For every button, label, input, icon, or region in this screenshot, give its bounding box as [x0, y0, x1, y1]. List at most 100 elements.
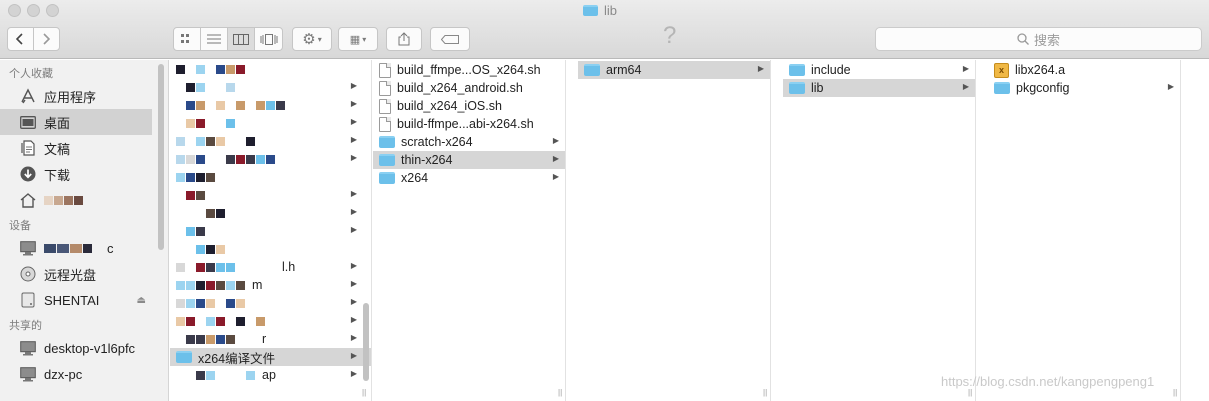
list-item[interactable]: pkgconfig ▶ — [988, 79, 1180, 97]
list-item[interactable]: r ▶ — [170, 330, 371, 348]
sidebar-item-label: 远程光盘 — [44, 267, 97, 283]
redacted-pixels — [176, 64, 246, 74]
list-view-button[interactable] — [201, 28, 229, 50]
gear-icon: ⚙ — [302, 31, 316, 48]
column-resize-handle[interactable]: || — [1173, 388, 1177, 397]
item-label-partial: m — [252, 278, 263, 292]
eject-icon[interactable]: ⏏ — [137, 295, 146, 306]
title-bar: lib ⚙ ▾ ▦ ▾ ? 搜索 — [0, 0, 1209, 59]
home-icon — [18, 190, 38, 210]
disclosure-arrow-icon: ▶ — [350, 189, 357, 198]
list-item[interactable]: ▶ — [170, 186, 371, 204]
sidebar-item-label: 桌面 — [44, 115, 71, 131]
disclosure-arrow-icon: ▶ — [350, 261, 357, 270]
column-resize-handle[interactable]: || — [362, 388, 366, 397]
list-item-selected[interactable]: lib ▶ — [783, 79, 975, 97]
column-resize-handle[interactable]: || — [968, 388, 972, 397]
list-item[interactable]: l.h ▶ — [170, 258, 371, 276]
list-item[interactable]: x264 ▶ — [373, 169, 565, 187]
gallery-view-button[interactable] — [255, 28, 282, 50]
item-label: build-ffmpe...abi-x264.sh — [397, 117, 534, 131]
folder-icon — [176, 351, 192, 363]
list-item[interactable] — [170, 60, 371, 78]
sidebar-item-remote-disc[interactable]: 远程光盘 — [0, 261, 168, 287]
sidebar-item-documents[interactable]: 文稿 — [0, 135, 168, 161]
sidebar-item-label: c — [107, 240, 114, 256]
list-item[interactable]: build_x264_iOS.sh — [373, 97, 565, 115]
redacted-pixels — [44, 243, 93, 253]
share-icon — [398, 32, 410, 46]
column-resize-handle[interactable]: || — [763, 388, 767, 397]
sidebar-item-desktop-v1l6pfc[interactable]: desktop-v1l6pfc — [0, 335, 168, 361]
disclosure-arrow-icon: ▶ — [350, 279, 357, 288]
list-item[interactable]: build_x264_android.sh — [373, 79, 565, 97]
list-item[interactable]: m ▶ — [170, 276, 371, 294]
list-item[interactable]: ▶ — [170, 96, 371, 114]
list-item[interactable]: ▶ — [170, 312, 371, 330]
window-title-text: lib — [604, 3, 618, 18]
list-item[interactable]: build_ffmpe...OS_x264.sh — [373, 61, 565, 79]
sidebar-item-dzx-pc[interactable]: dzx-pc — [0, 361, 168, 387]
zoom-window-button[interactable] — [46, 4, 59, 17]
item-label: thin-x264 — [401, 153, 453, 167]
applications-icon — [18, 86, 38, 106]
list-item[interactable]: ▶ — [170, 78, 371, 96]
action-menu-button[interactable]: ⚙ ▾ — [292, 27, 332, 51]
cover-flow-icon — [260, 33, 278, 45]
minimize-window-button[interactable] — [27, 4, 40, 17]
close-window-button[interactable] — [8, 4, 21, 17]
list-item[interactable]: ▶ — [170, 114, 371, 132]
sidebar-item-computer[interactable]: c — [0, 235, 168, 261]
folder-icon — [583, 5, 598, 16]
list-item[interactable]: ▶ — [170, 204, 371, 222]
list-item[interactable]: scratch-x264 ▶ — [373, 133, 565, 151]
column-view-button[interactable] — [228, 28, 256, 50]
sidebar-item-applications[interactable]: 应用程序 — [0, 83, 168, 109]
sidebar-item-label: dzx-pc — [44, 366, 83, 382]
arrange-grid-icon: ▦ — [349, 33, 361, 46]
redacted-pixels — [176, 190, 216, 200]
item-label-partial: r — [262, 332, 267, 346]
sidebar-item-downloads[interactable]: 下载 — [0, 161, 168, 187]
list-item[interactable]: ▶ — [170, 294, 371, 312]
list-item[interactable]: ap ▶ — [170, 366, 371, 384]
sidebar-item-desktop[interactable]: 桌面 — [0, 109, 152, 135]
chevron-right-icon — [43, 33, 51, 45]
arrange-menu-button[interactable]: ▦ ▾ — [338, 27, 378, 51]
list-item-selected[interactable]: thin-x264 ▶ — [373, 151, 565, 169]
document-icon — [379, 62, 391, 78]
list-item[interactable]: ▶ — [170, 132, 371, 150]
item-label: scratch-x264 — [401, 135, 473, 149]
list-item[interactable]: include ▶ — [783, 61, 975, 79]
tags-button[interactable] — [430, 27, 470, 51]
list-item-selected[interactable]: x264编译文件 ▶ — [170, 348, 371, 366]
list-item[interactable]: x libx264.a — [988, 61, 1180, 79]
sidebar-scrollbar[interactable] — [158, 64, 164, 250]
column-1-list: ▶ ▶ ▶ ▶ ▶ ▶ ▶ ▶ l.h ▶ m ▶ ▶ ▶ r ▶ x264编译文件 ▶ ap ▶ — [170, 60, 371, 384]
column-3: arm64 ▶ || — [578, 60, 771, 401]
tag-icon — [441, 34, 459, 44]
disclosure-arrow-icon: ▶ — [350, 99, 357, 108]
icon-view-button[interactable] — [174, 28, 202, 50]
list-item[interactable] — [170, 168, 371, 186]
list-item[interactable] — [170, 240, 371, 258]
list-item-selected[interactable]: arm64 ▶ — [578, 61, 770, 79]
search-field[interactable]: 搜索 — [875, 27, 1202, 51]
list-item[interactable]: ▶ — [170, 222, 371, 240]
item-label: x264编译文件 — [198, 351, 276, 366]
column-1-scrollbar[interactable] — [363, 303, 369, 381]
forward-button[interactable] — [34, 28, 59, 50]
sidebar-item-home[interactable] — [0, 187, 168, 213]
sidebar-item-label: SHENTAI — [44, 292, 100, 308]
sidebar-item-shentai[interactable]: SHENTAI ⏏ — [0, 287, 168, 313]
list-item[interactable]: ▶ — [170, 150, 371, 168]
column-resize-handle[interactable]: || — [558, 388, 562, 397]
list-item[interactable]: build-ffmpe...abi-x264.sh — [373, 115, 565, 133]
back-button[interactable] — [8, 28, 34, 50]
help-question-mark: ? — [663, 22, 677, 49]
watermark-text: https://blog.csdn.net/kangpengpeng1 — [941, 374, 1155, 389]
column-2: build_ffmpe...OS_x264.sh build_x264_andr… — [373, 60, 566, 401]
column-4: include ▶ lib ▶ || — [783, 60, 976, 401]
item-label: libx264.a — [1015, 63, 1066, 77]
share-button[interactable] — [386, 27, 422, 51]
